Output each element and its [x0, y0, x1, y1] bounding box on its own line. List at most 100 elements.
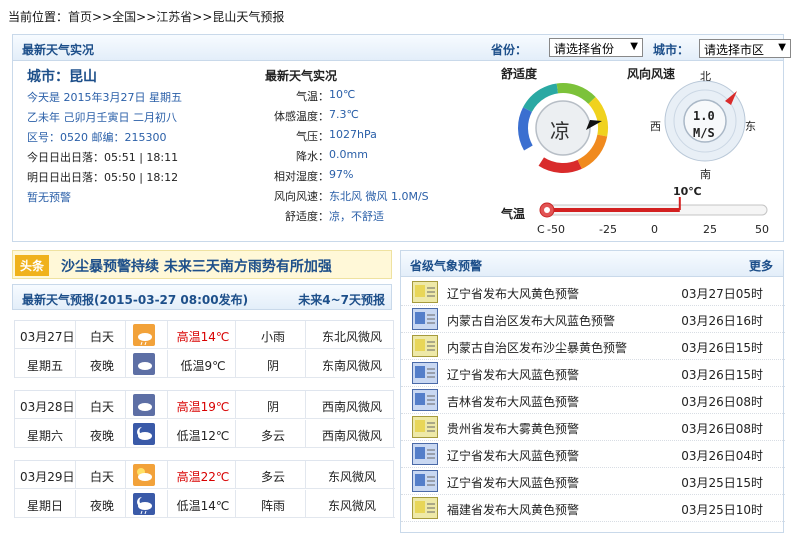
- alert-item[interactable]: 内蒙古自治区发布大风蓝色预警 03月26日16时: [401, 306, 785, 333]
- forecast-weather: 阴: [266, 400, 279, 414]
- column-divider: [235, 461, 236, 489]
- forecast-day: 03月28日 白天 高温19℃ 阴西南风微风 星期六 夜晚 低温12℃ 多云 西南风微风: [14, 390, 395, 448]
- column-divider: [75, 461, 76, 489]
- temperature-bar-label: 气温: [501, 207, 526, 221]
- alert-title[interactable]: 内蒙古自治区发布沙尘暴黄色预警: [447, 339, 627, 356]
- city-title: 城市：昆山: [27, 69, 97, 85]
- comfort-gauge-label: 舒适度: [501, 67, 538, 81]
- column-divider: [75, 350, 76, 378]
- compass-west: 西: [650, 120, 661, 133]
- observation-label: 气压：: [296, 130, 329, 143]
- alert-time: 03月26日15时: [681, 368, 763, 382]
- alert-item[interactable]: 内蒙古自治区发布沙尘暴黄色预警 03月26日15时: [401, 333, 785, 360]
- alert-item[interactable]: 辽宁省发布大风蓝色预警 03月25日15时: [401, 468, 785, 495]
- column-divider: [125, 391, 126, 419]
- alert-title[interactable]: 福建省发布大风黄色预警: [447, 501, 579, 518]
- column-divider: [235, 321, 236, 349]
- forecast-wind: 东风微风: [327, 470, 376, 484]
- temperature-tick-label: -25: [599, 223, 617, 236]
- alert-time: 03月26日16时: [681, 314, 763, 328]
- observation-value: 东北风 微风 1.0M/S: [329, 190, 429, 203]
- alert-title[interactable]: 吉林省发布大风蓝色预警: [447, 393, 579, 410]
- observation-value: 1027hPa: [329, 128, 377, 141]
- column-divider: [235, 350, 236, 378]
- breadcrumb-country-link[interactable]: 全国: [112, 10, 136, 24]
- breadcrumb-province-link[interactable]: 江苏省: [156, 10, 192, 24]
- city-select[interactable]: 请选择市区 ▼: [699, 39, 791, 58]
- observation-value: 10℃: [329, 88, 356, 101]
- alert-title[interactable]: 贵州省发布大雾黄色预警: [447, 420, 579, 437]
- column-divider: [125, 420, 126, 448]
- column-divider: [75, 420, 76, 448]
- breadcrumb-separator: >>: [92, 10, 113, 24]
- sunrise-sunset-today: 今日日出日落：05:51 | 18:11: [27, 151, 179, 164]
- shower-night-icon: [133, 493, 155, 515]
- forecast-temperature: 高温22℃: [176, 470, 230, 484]
- warning-icon: [412, 281, 438, 303]
- alert-item[interactable]: 辽宁省发布大风黄色预警 03月27日05时: [401, 279, 785, 306]
- province-select[interactable]: 请选择省份 ▼: [549, 38, 643, 57]
- forecast-date: 03月27日: [20, 330, 75, 344]
- headline-bar[interactable]: 头条 沙尘暴预警持续 未来三天南方雨势有所加强: [12, 250, 392, 279]
- forecast-row-day: 03月29日 白天 高温22℃ 多云 东风微风: [15, 461, 395, 489]
- alert-item[interactable]: 福建省发布大风黄色预警 03月25日10时: [401, 495, 785, 522]
- forecast-row-day: 03月27日 白天 高温14℃ 小雨 东北风微风: [15, 321, 395, 349]
- observation-value: 0.0mm: [329, 148, 368, 161]
- breadcrumb-home-link[interactable]: 首页: [68, 10, 92, 24]
- forecast-wind: 西南风微风: [321, 429, 382, 443]
- breadcrumb: 当前位置：首页>>全国>>江苏省>>昆山天气预报: [8, 8, 284, 25]
- observation-value: 97%: [329, 168, 354, 181]
- alert-item[interactable]: 辽宁省发布大风蓝色预警 03月26日04时: [401, 441, 785, 468]
- alert-item[interactable]: 吉林省发布大风蓝色预警 03月26日08时: [401, 387, 785, 414]
- headline-text[interactable]: 沙尘暴预警持续 未来三天南方雨势有所加强: [61, 256, 332, 276]
- forecast-weather: 阵雨: [260, 499, 285, 513]
- alert-title[interactable]: 辽宁省发布大风黄色预警: [447, 285, 579, 302]
- forecast-header: 最新天气预报(2015-03-27 08:00发布) 未来4~7天预报: [12, 284, 392, 310]
- temperature-fill: [545, 208, 680, 212]
- observation-label: 降水：: [296, 150, 329, 163]
- column-divider: [235, 420, 236, 448]
- alert-time: 03月26日08时: [681, 422, 763, 436]
- alert-title[interactable]: 内蒙古自治区发布大风蓝色预警: [447, 312, 615, 329]
- forecast-day: 03月29日 白天 高温22℃ 多云 东风微风 星期日 夜晚 低温14℃ 阵雨 东风微风: [14, 460, 395, 518]
- alert-title[interactable]: 辽宁省发布大风蓝色预警: [447, 366, 579, 383]
- column-divider: [167, 321, 168, 349]
- alert-title[interactable]: 辽宁省发布大风蓝色预警: [447, 474, 579, 491]
- compass-east: 东: [745, 120, 756, 133]
- partly-cloudy-icon: [133, 464, 155, 486]
- forecast-temperature: 高温14℃: [176, 330, 230, 344]
- forecast-weekday: 星期六: [26, 429, 63, 443]
- forecast-row-night: 星期六 夜晚 低温12℃ 多云 西南风微风: [15, 420, 395, 448]
- alert-item[interactable]: 辽宁省发布大风蓝色预警 03月26日15时: [401, 360, 785, 387]
- forecast-wind: 东北风微风: [321, 330, 382, 344]
- forecast-weekday: 星期日: [26, 499, 63, 513]
- column-divider: [125, 461, 126, 489]
- observation-label: 体感温度：: [274, 110, 329, 123]
- alert-item[interactable]: 贵州省发布大雾黄色预警 03月26日08时: [401, 414, 785, 441]
- forecast-4-7-link[interactable]: 未来4~7天预报: [298, 291, 385, 308]
- city-label: 城市：: [653, 43, 690, 57]
- forecast-wind: 东南风微风: [321, 359, 382, 373]
- alert-time: 03月26日04时: [681, 449, 763, 463]
- temperature-tick-label: 0: [651, 223, 658, 236]
- breadcrumb-prefix: 当前位置：: [8, 10, 69, 24]
- observation-label: 舒适度：: [285, 210, 329, 223]
- forecast-day: 03月27日 白天 高温14℃ 小雨 东北风微风 星期五 夜晚 低温9℃ 阴 东南风微风: [14, 320, 395, 378]
- column-divider: [305, 350, 306, 378]
- observation-value: 凉，不舒适: [329, 210, 384, 223]
- forecast-wind: 西南风微风: [321, 400, 382, 414]
- column-divider: [75, 321, 76, 349]
- no-warning-text: 暂无预警: [27, 191, 71, 204]
- current-weather-title: 最新天气实况: [22, 43, 95, 57]
- column-divider: [167, 350, 168, 378]
- breadcrumb-separator: >>: [136, 10, 157, 24]
- compass-south: 南: [700, 168, 711, 181]
- warning-icon: [412, 308, 438, 330]
- alerts-title: 省级气象预警: [410, 259, 483, 273]
- alert-title[interactable]: 辽宁省发布大风蓝色预警: [447, 447, 579, 464]
- wind-speed-unit: M/S: [693, 126, 715, 140]
- province-label: 省份：: [491, 43, 528, 57]
- light-rain-icon: [133, 324, 155, 346]
- alerts-more-link[interactable]: 更多: [749, 257, 773, 274]
- column-divider: [75, 391, 76, 419]
